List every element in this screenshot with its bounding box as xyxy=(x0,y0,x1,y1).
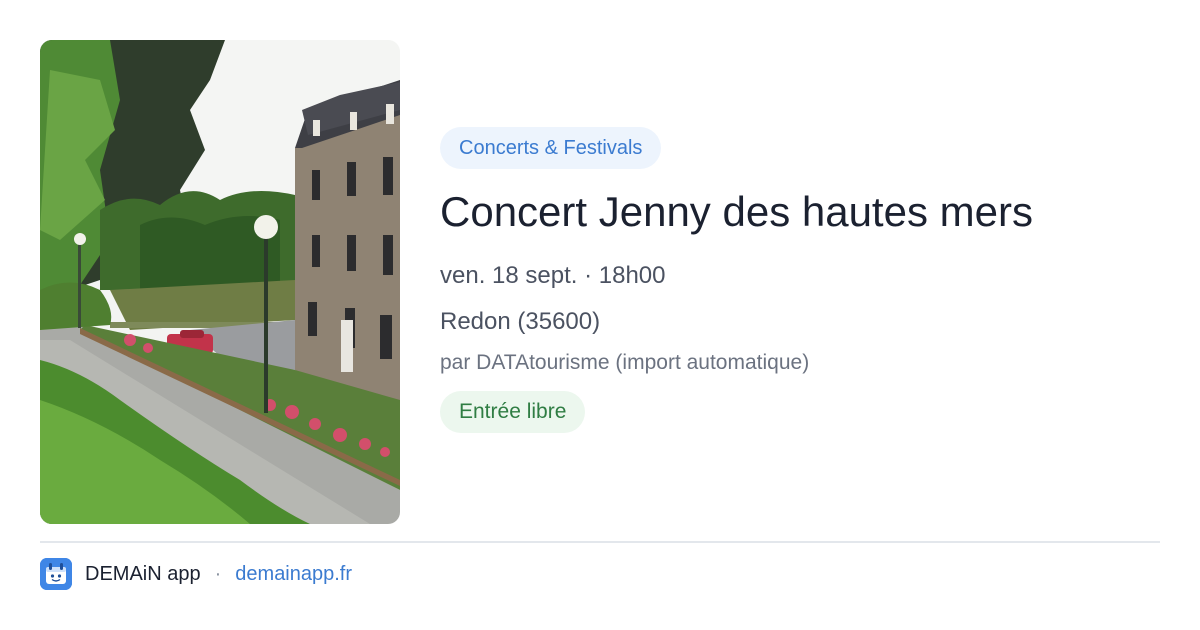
app-url-link[interactable]: demainapp.fr xyxy=(235,563,352,586)
app-name: DEMAiN app xyxy=(85,562,201,585)
category-badge[interactable]: Concerts & Festivals xyxy=(440,127,662,169)
footer-divider xyxy=(40,541,1160,543)
event-location: Redon (35600) xyxy=(440,308,601,335)
event-details: Concerts & Festivals Concert Jenny des h… xyxy=(440,127,1160,433)
footer-separator: · xyxy=(214,562,222,585)
event-title: Concert Jenny des hautes mers xyxy=(440,188,1033,235)
event-photo xyxy=(40,40,400,524)
footer: DEMAiN app · demainapp.fr xyxy=(40,558,352,590)
demain-app-logo-icon xyxy=(40,558,72,590)
event-datetime: ven. 18 sept. · 18h00 xyxy=(440,262,666,289)
event-organizer: par DATAtourisme (import automatique) xyxy=(440,351,810,374)
price-badge: Entrée libre xyxy=(440,391,586,433)
